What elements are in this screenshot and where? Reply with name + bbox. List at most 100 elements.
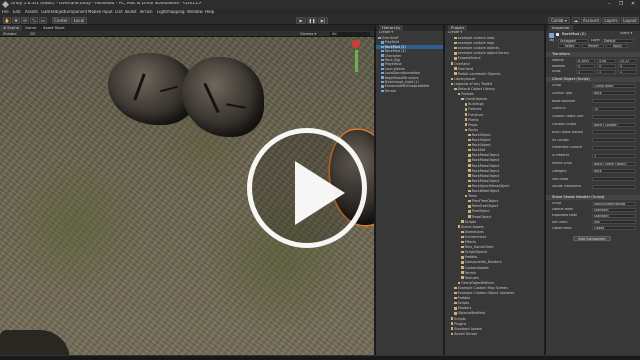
- project-tree-item[interactable]: Rocks: [445, 128, 544, 132]
- project-tree-item[interactable]: Plugins: [445, 322, 544, 326]
- project-tree-item[interactable]: ObjectsModified: [445, 311, 544, 315]
- object-name-field[interactable]: RockMod (2): [562, 32, 586, 36]
- play-icon[interactable]: ▶: [296, 16, 306, 24]
- hierarchy-item[interactable]: BeginRoadStructure: [376, 76, 443, 80]
- hierarchy-create-dropdown[interactable]: Create ▾: [379, 31, 393, 35]
- field-value[interactable]: None (Game Object): [592, 161, 636, 166]
- project-tree-item[interactable]: ClientObjectEditors: [445, 281, 544, 285]
- hierarchy-item[interactable]: Lava pieces: [376, 67, 443, 71]
- transform-scale-x-field[interactable]: 1: [576, 69, 595, 74]
- field-value[interactable]: [592, 177, 636, 182]
- project-tree-item[interactable]: RockMossObject: [445, 179, 544, 183]
- hand-tool-icon[interactable]: ✋: [3, 16, 11, 24]
- hierarchy-item[interactable]: Rock_Big: [376, 58, 443, 62]
- project-tree-item[interactable]: Effects: [445, 240, 544, 244]
- menu-file[interactable]: File: [2, 10, 9, 15]
- pivot-local-toggle[interactable]: Local: [71, 16, 87, 24]
- shading-mode-dropdown[interactable]: Shaded: [3, 32, 17, 36]
- move-gizmo-y-icon[interactable]: [355, 50, 358, 72]
- menu-lightmapping[interactable]: Lightmapping: [157, 10, 185, 15]
- project-tree-item[interactable]: RockSet: [445, 148, 544, 152]
- menu-assets[interactable]: Assets: [25, 10, 38, 15]
- transform-rotation-z-field[interactable]: 0: [618, 64, 637, 68]
- field-value[interactable]: [592, 130, 636, 135]
- field-value[interactable]: Standard: [592, 207, 636, 212]
- field-value[interactable]: [592, 114, 636, 119]
- field-value[interactable]: Rock: [592, 91, 636, 96]
- project-tree-item[interactable]: RockObject: [445, 133, 544, 137]
- project-tree-item[interactable]: Overland: [445, 62, 544, 66]
- project-create-dropdown[interactable]: Create ▾: [448, 31, 462, 35]
- project-tree-item[interactable]: Standard Assets: [445, 327, 544, 331]
- project-tree-item[interactable]: Example Custom Object Libraries: [445, 291, 544, 295]
- hierarchy-item[interactable]: Terrain: [376, 89, 443, 93]
- project-tree-item[interactable]: RockMossObject: [445, 164, 544, 168]
- menu-gameobject[interactable]: GameObject: [41, 10, 66, 15]
- hierarchy-item[interactable]: RockMod (2): [376, 44, 443, 49]
- account-dropdown[interactable]: Account ▾: [581, 16, 601, 29]
- hierarchy-item[interactable]: EnhancedMinimapLabMed: [376, 84, 443, 88]
- hierarchy-item[interactable]: Directional_Light (1): [376, 80, 443, 84]
- prefab-revert-button[interactable]: Revert: [582, 44, 604, 48]
- project-tree-item[interactable]: Prefab Landmark Objects: [445, 72, 544, 76]
- menu-edit[interactable]: Edit: [13, 10, 21, 15]
- field-value[interactable]: ClientObject: [592, 83, 636, 88]
- play-video-icon[interactable]: [247, 128, 367, 248]
- project-tree-item[interactable]: RockMossObject: [445, 153, 544, 157]
- field-value[interactable]: StoneShadeHandler: [592, 201, 636, 206]
- field-value[interactable]: [592, 138, 636, 143]
- project-tree-item[interactable]: Furniture: [445, 113, 544, 117]
- hierarchy-item[interactable]: RockMod (3): [376, 49, 443, 53]
- collab-dropdown[interactable]: Collab ▾: [548, 16, 570, 24]
- project-tree-item[interactable]: Animations: [445, 230, 544, 234]
- cloud-icon[interactable]: ☁: [572, 16, 580, 24]
- project-tree-item[interactable]: Scripts: [445, 301, 544, 305]
- project-tree-item[interactable]: RockUpperMossObject: [445, 184, 544, 188]
- field-value[interactable]: None (Collider): [592, 122, 636, 127]
- project-tree-item[interactable]: Props: [445, 123, 544, 127]
- project-tree-item[interactable]: ExpandScene: [445, 56, 544, 60]
- gizmos-dropdown[interactable]: Gizmos ▾: [300, 32, 316, 36]
- project-tree-item[interactable]: Overland: [445, 67, 544, 71]
- project-tree-item[interactable]: Legends of Any Toolkit: [445, 82, 544, 86]
- project-tree-item[interactable]: Prefabs: [445, 255, 544, 259]
- scene-search-input[interactable]: All: [330, 32, 370, 37]
- transform-rotation-y-field[interactable]: 0: [597, 64, 616, 68]
- hierarchy-item[interactable]: Playfield: [376, 40, 443, 44]
- project-tree-item[interactable]: Shaders: [445, 306, 544, 310]
- menu-component[interactable]: Component: [64, 10, 87, 15]
- project-tree-item[interactable]: LibraryAsset: [445, 77, 544, 81]
- project-tree-item[interactable]: Example Custom Map Scenes: [445, 286, 544, 290]
- transform-position-y-field[interactable]: 4.08: [597, 58, 616, 63]
- project-tree-item[interactable]: Trees: [445, 194, 544, 198]
- project-tree-item[interactable]: RockObject: [445, 143, 544, 147]
- project-tree-item[interactable]: RockWideObject: [445, 189, 544, 193]
- layout-dropdown[interactable]: Layout ▾: [621, 16, 639, 29]
- scene-view[interactable]: # Scene Game Asset Store Shaded 2D Gizmo…: [0, 25, 374, 360]
- project-tree-item[interactable]: example custom objects: [445, 46, 544, 50]
- project-tree-item[interactable]: Plants: [445, 118, 544, 122]
- rotate-tool-icon[interactable]: ⟳: [21, 16, 29, 24]
- hierarchy-item[interactable]: LavaStormAnimation: [376, 71, 443, 75]
- active-checkbox[interactable]: [556, 33, 559, 36]
- menu-lux-toolkit[interactable]: LUX Toolkit: [115, 10, 137, 15]
- field-value[interactable]: [592, 99, 636, 104]
- maximize-button[interactable]: ❐: [616, 1, 626, 8]
- stone-shade-component-header[interactable]: Stone Shade Handler (Script): [546, 195, 640, 200]
- field-value[interactable]: Iron: [592, 220, 636, 225]
- project-tree-item[interactable]: RockMossObject: [445, 169, 544, 173]
- transform-rotation-x-field[interactable]: 0: [576, 64, 595, 68]
- layers-dropdown[interactable]: Layers ▾: [602, 16, 620, 29]
- move-tool-icon[interactable]: ✥: [12, 16, 20, 24]
- project-tree-item[interactable]: Scene Assets: [445, 225, 544, 229]
- project-tree-item[interactable]: Prefabs: [445, 296, 544, 300]
- project-tree-item[interactable]: RockObject: [445, 138, 544, 142]
- project-tree-item[interactable]: Terrain: [445, 271, 544, 275]
- transform-scale-y-field[interactable]: 1: [597, 69, 616, 74]
- field-value[interactable]: Rock: [592, 169, 636, 174]
- project-tree-item[interactable]: TreesObject: [445, 215, 544, 219]
- field-value[interactable]: Cobalt: [592, 226, 636, 231]
- 2d-toggle[interactable]: 2D: [30, 32, 35, 36]
- transform-position-x-field[interactable]: 8.1655: [576, 58, 595, 63]
- project-tree-item[interactable]: example custom map: [445, 36, 544, 40]
